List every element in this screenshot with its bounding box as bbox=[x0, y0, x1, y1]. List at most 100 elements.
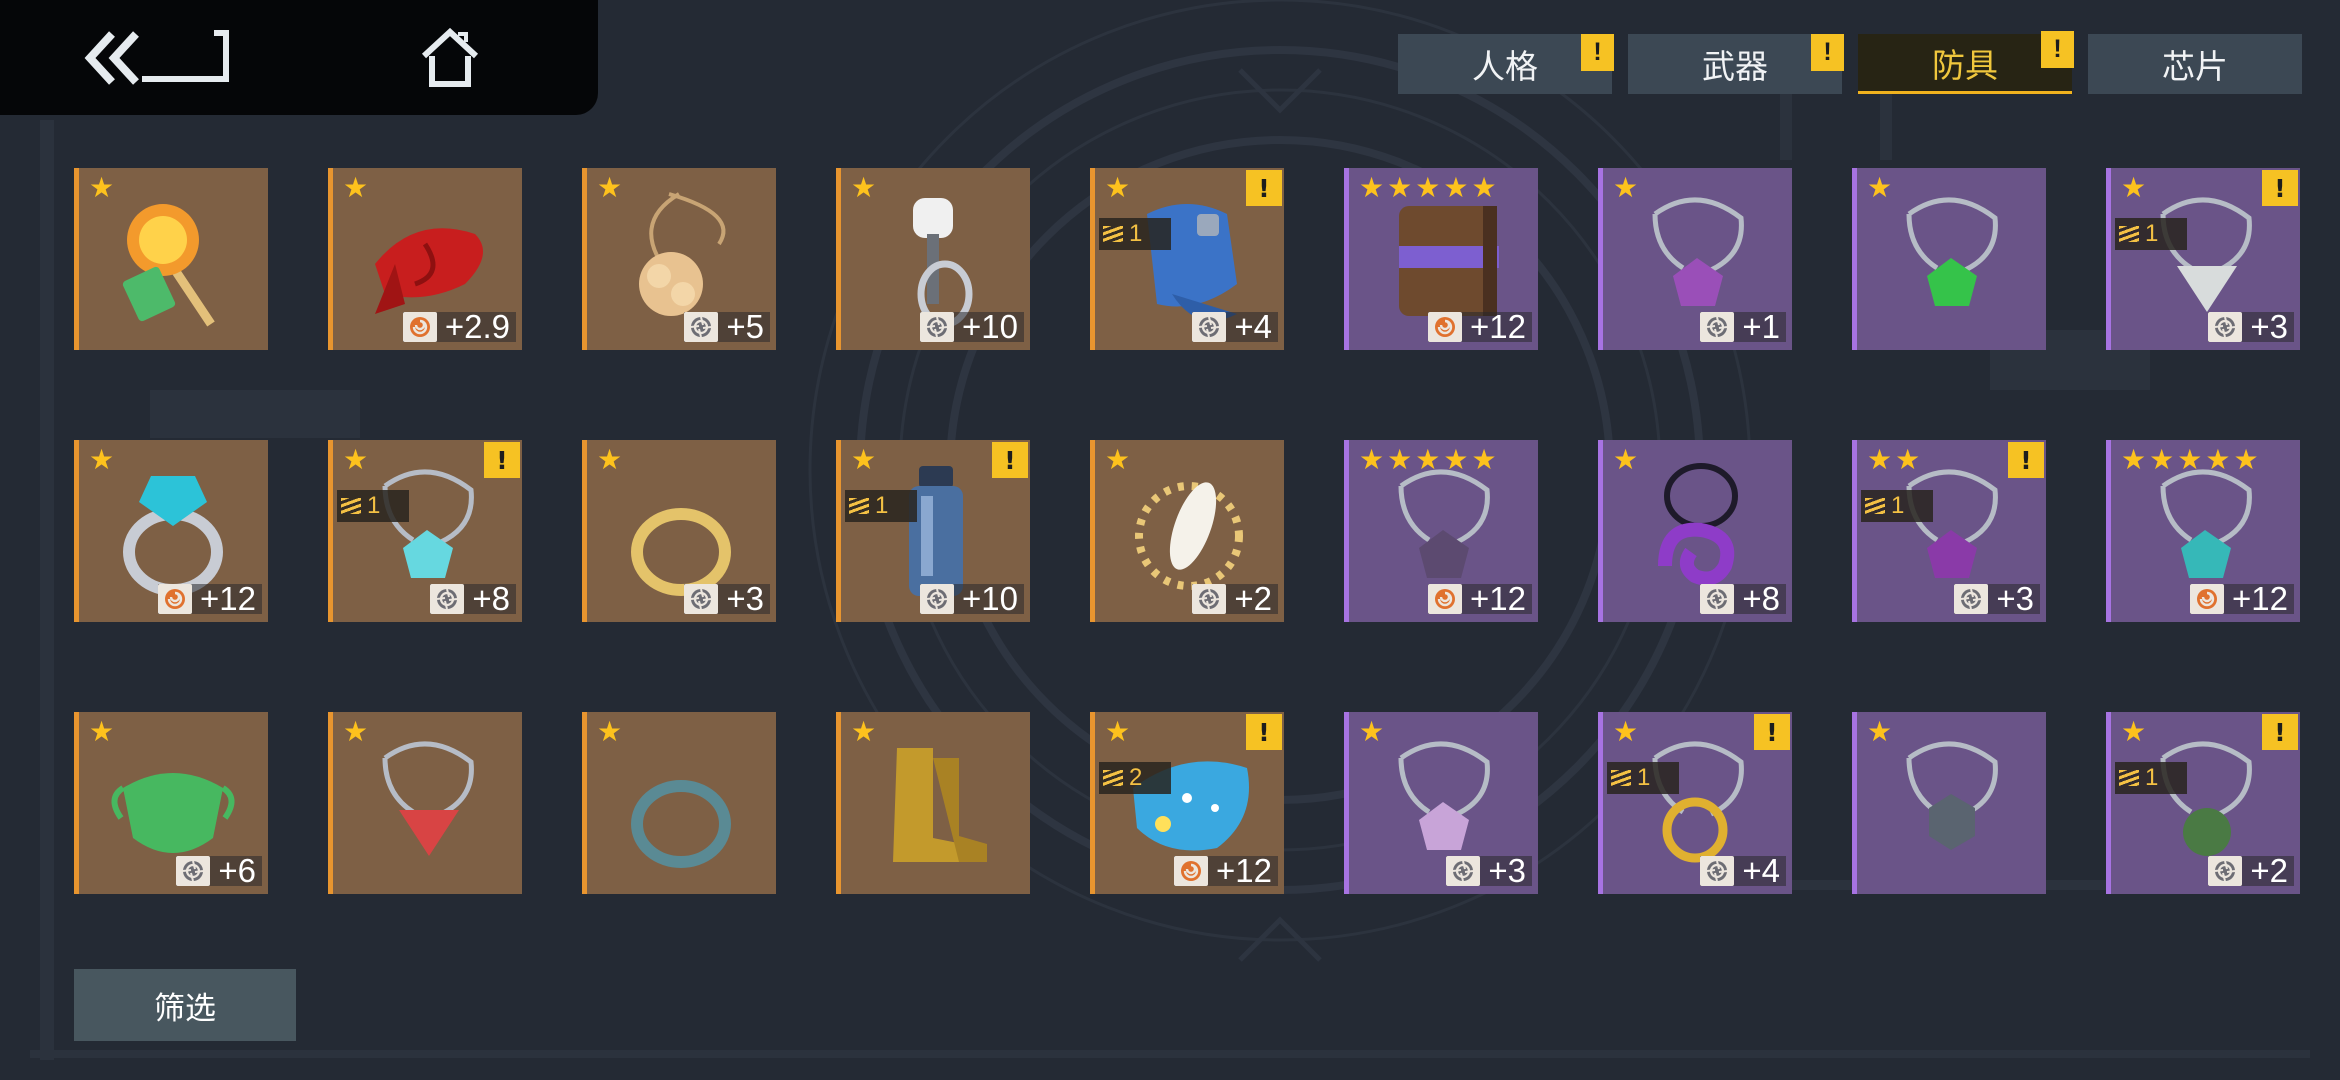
equipment-card[interactable]: ★ +5 bbox=[582, 168, 776, 350]
chip-badge bbox=[1700, 312, 1735, 342]
band-ring-icon bbox=[631, 780, 731, 868]
rarity-stars: ★ bbox=[1105, 174, 1130, 202]
star-icon: ★ bbox=[89, 715, 115, 748]
rarity-stars: ★ bbox=[2121, 718, 2146, 746]
level-indicator: +5 bbox=[684, 308, 770, 345]
equipment-card[interactable]: ★ +2 bbox=[1090, 440, 1284, 622]
star-icon: ★ bbox=[1613, 171, 1639, 204]
level-indicator: +12 bbox=[1428, 308, 1532, 345]
equipment-card[interactable]: ★! 1 +4 bbox=[1090, 168, 1284, 350]
level-text: +12 bbox=[1470, 580, 1526, 617]
rarity-stars: ★ bbox=[1867, 718, 1892, 746]
alert-badge: ! bbox=[2262, 170, 2298, 206]
shutter-chip-icon bbox=[691, 588, 712, 610]
alert-badge: ! bbox=[484, 442, 520, 478]
level-indicator: +1 bbox=[1700, 308, 1786, 345]
back-arrow-icon[interactable] bbox=[84, 28, 234, 88]
star-icon: ★ bbox=[1359, 171, 1385, 204]
equipment-card[interactable]: ★ +2.9 bbox=[328, 168, 522, 350]
stack-number: 1 bbox=[1129, 220, 1143, 247]
tab-chip[interactable]: 芯片 bbox=[2088, 34, 2302, 94]
chip-badge bbox=[1700, 584, 1735, 614]
equipment-card[interactable]: ★ +6 bbox=[74, 712, 268, 894]
level-text: +12 bbox=[1216, 852, 1272, 889]
chip-badge bbox=[684, 312, 719, 342]
chip-badge bbox=[2208, 312, 2243, 342]
filter-button[interactable]: 筛选 bbox=[74, 969, 296, 1041]
level-indicator: +3 bbox=[2208, 308, 2294, 345]
star-icon: ★ bbox=[2121, 171, 2147, 204]
equipment-card[interactable]: ★! 1 +2 bbox=[2106, 712, 2300, 894]
equipment-card[interactable]: ★ bbox=[582, 712, 776, 894]
chip-badge bbox=[1700, 856, 1735, 886]
level-indicator: +2.9 bbox=[402, 308, 516, 345]
equipment-card[interactable]: ★ +3 bbox=[1344, 712, 1538, 894]
rarity-stars: ★ bbox=[1359, 718, 1384, 746]
equipment-card[interactable]: ★ +10 bbox=[836, 168, 1030, 350]
star-icon: ★ bbox=[1105, 443, 1131, 476]
chip-badge bbox=[920, 584, 955, 614]
equipment-card[interactable]: ★ +3 bbox=[582, 440, 776, 622]
equipment-card[interactable]: ★ ★ ★ ★ ★ +12 bbox=[1344, 168, 1538, 350]
shutter-chip-icon bbox=[1199, 588, 1220, 610]
stack-icon bbox=[341, 498, 361, 514]
equipment-card[interactable]: ★ ★ ★ ★ ★ +12 bbox=[1344, 440, 1538, 622]
level-indicator: +8 bbox=[430, 580, 516, 617]
equipment-card[interactable]: ★! 1 +10 bbox=[836, 440, 1030, 622]
equipment-card[interactable]: ★ ★! 1 +3 bbox=[1852, 440, 2046, 622]
chip-badge bbox=[2208, 856, 2243, 886]
equipment-card[interactable]: ★ +12 bbox=[74, 440, 268, 622]
shutter-chip-icon bbox=[1453, 860, 1474, 882]
stack-number: 1 bbox=[2145, 764, 2159, 791]
star-icon: ★ bbox=[89, 443, 115, 476]
spiral-chip-icon bbox=[1435, 589, 1456, 609]
tab-personality[interactable]: 人格 ! bbox=[1398, 34, 1614, 94]
alert-badge: ! bbox=[1811, 34, 1844, 71]
level-indicator: +12 bbox=[1428, 580, 1532, 617]
spiral-chip-icon bbox=[165, 589, 186, 609]
stack-number: 1 bbox=[1637, 764, 1651, 791]
level-indicator: +4 bbox=[1192, 308, 1278, 345]
equipment-card[interactable]: ★ ★ ★ ★ ★ +12 bbox=[2106, 440, 2300, 622]
rarity-stars: ★ bbox=[1613, 718, 1638, 746]
equipment-card[interactable]: ★! 1 +3 bbox=[2106, 168, 2300, 350]
emerald-necklace-icon bbox=[1906, 197, 1998, 306]
equipment-card[interactable]: ★ bbox=[1852, 712, 2046, 894]
home-icon[interactable] bbox=[418, 26, 482, 90]
level-indicator: +12 bbox=[1174, 852, 1278, 889]
rarity-stars: ★ bbox=[851, 718, 876, 746]
equipment-card[interactable]: ★! 1 +4 bbox=[1598, 712, 1792, 894]
chip-badge bbox=[1174, 856, 1209, 886]
stack-count: 1 bbox=[2115, 218, 2187, 250]
equipment-card[interactable]: ★ +1 bbox=[1598, 168, 1792, 350]
equipment-card[interactable]: ★! 1 +8 bbox=[328, 440, 522, 622]
level-indicator: +3 bbox=[1446, 852, 1532, 889]
shutter-chip-icon bbox=[1961, 588, 1982, 610]
tab-armor[interactable]: 防具 ! bbox=[1858, 31, 2074, 94]
level-indicator: +8 bbox=[1700, 580, 1786, 617]
rarity-stars: ★ bbox=[597, 446, 622, 474]
rarity-stars: ★ bbox=[89, 446, 114, 474]
equipment-card[interactable]: ★ bbox=[74, 168, 268, 350]
star-icon: ★ bbox=[1387, 171, 1413, 204]
stack-icon bbox=[2119, 770, 2139, 786]
stack-count: 2 bbox=[1099, 762, 1171, 794]
level-text: +4 bbox=[1234, 308, 1272, 345]
equipment-card[interactable]: ★! 2 +12 bbox=[1090, 712, 1284, 894]
level-text: +3 bbox=[1996, 580, 2034, 617]
spiral-chip-icon bbox=[1181, 861, 1202, 881]
tab-weapon[interactable]: 武器 ! bbox=[1628, 34, 1844, 94]
equipment-card[interactable]: ★ +8 bbox=[1598, 440, 1792, 622]
star-icon: ★ bbox=[1613, 715, 1639, 748]
equipment-card[interactable]: ★ bbox=[328, 712, 522, 894]
chip-badge bbox=[402, 312, 437, 342]
rarity-stars: ★ bbox=[1867, 174, 1892, 202]
chip-badge bbox=[1428, 312, 1463, 342]
equipment-card[interactable]: ★ bbox=[1852, 168, 2046, 350]
rarity-stars: ★ bbox=[1613, 174, 1638, 202]
level-text: +3 bbox=[726, 580, 764, 617]
equipment-card[interactable]: ★ bbox=[836, 712, 1030, 894]
level-text: +4 bbox=[1742, 852, 1780, 889]
lollipop-icon bbox=[122, 204, 215, 327]
chip-badge bbox=[1954, 584, 1989, 614]
